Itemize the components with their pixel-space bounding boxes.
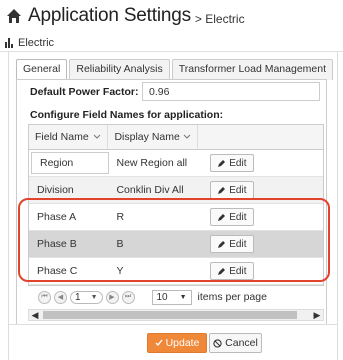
prev-page-button[interactable]: ◀ (54, 290, 67, 304)
table-row[interactable]: Region New Region all Edit (29, 150, 323, 177)
column-header-display-name[interactable]: Display Name (108, 125, 198, 149)
table-row[interactable]: Phase B B Edit (29, 231, 323, 258)
cell-display-name: Y (116, 265, 124, 277)
current-page: 1 (75, 291, 81, 303)
pager: ⏮ ◀ 1 ▼ ▶ ⏭ 10 ▼ items per page (28, 286, 324, 308)
last-page-button[interactable]: ⏭ (121, 290, 135, 304)
ban-icon (213, 338, 222, 348)
cell-field-name: Phase C (37, 265, 78, 277)
items-per-page-label: items per page (197, 291, 267, 303)
next-page-button[interactable]: ▶ (105, 290, 119, 304)
edit-label: Edit (229, 211, 247, 223)
cell-display-name: R (116, 211, 125, 223)
table-row[interactable]: Phase C Y Edit (29, 258, 323, 285)
pencil-icon (218, 159, 226, 167)
cell-actions: Edit (198, 258, 323, 284)
scroll-left-icon[interactable]: ◀ (29, 310, 41, 320)
horizontal-scrollbar[interactable]: ◀ ▶ (28, 309, 324, 321)
bar-chart-icon (5, 37, 13, 48)
edit-button[interactable]: Edit (209, 235, 254, 253)
tab-transformer-load-management[interactable]: Transformer Load Management (171, 59, 334, 80)
cancel-button[interactable]: Cancel (209, 333, 262, 353)
edit-button[interactable]: Edit (209, 262, 254, 280)
edit-label: Edit (229, 184, 247, 196)
scrollbar-thumb[interactable] (43, 311, 297, 319)
power-factor-label: Default Power Factor: (30, 85, 139, 98)
page-size-select[interactable]: 10 ▼ (151, 289, 192, 305)
column-header-label: Field Name (35, 131, 89, 143)
tab-general[interactable]: General (16, 59, 68, 81)
cell-field-name: Region (31, 152, 109, 174)
update-label: Update (165, 337, 200, 349)
cell-display-name: Conklin Div All (116, 184, 184, 196)
cell-display-name: B (116, 238, 124, 250)
page-select[interactable]: 1 ▼ (70, 290, 103, 304)
grid-header: Field Name Display Name (29, 125, 323, 150)
home-icon[interactable] (6, 8, 22, 24)
first-page-button[interactable]: ⏮ (38, 290, 51, 304)
table-row[interactable]: Phase A R Edit (29, 204, 323, 231)
tab-bar: General Reliability Analysis Transformer… (16, 59, 335, 81)
cell-field-name: Phase A (37, 211, 77, 223)
cell-actions: Edit (198, 231, 323, 257)
edit-label: Edit (229, 238, 247, 250)
cell-field-name: Division (37, 184, 74, 196)
chevron-down-icon[interactable] (183, 134, 191, 140)
chevron-down-icon: ▼ (179, 293, 187, 301)
pencil-icon (218, 213, 226, 221)
cancel-label: Cancel (225, 337, 258, 349)
breadcrumb: > Electric (194, 11, 245, 26)
cell-actions: Edit (198, 150, 323, 176)
pencil-icon (218, 267, 226, 275)
page-header: Application Settings > Electric (0, 0, 343, 32)
table-row[interactable]: Division Conklin Div All Edit (29, 177, 323, 204)
page-size-value: 10 (156, 291, 168, 303)
chevron-down-icon: ▼ (90, 293, 98, 301)
edit-label: Edit (229, 157, 247, 169)
column-header-field-name[interactable]: Field Name (29, 125, 109, 149)
cell-field-name: Phase B (37, 238, 77, 250)
cell-actions: Edit (198, 177, 323, 203)
page-title: Application Settings (28, 5, 191, 26)
column-header-label: Display Name (114, 131, 180, 143)
pencil-icon (218, 186, 226, 194)
configure-fields-label: Configure Field Names for application: (30, 109, 224, 121)
section-label: Electric (18, 36, 55, 49)
power-factor-input[interactable] (142, 82, 320, 101)
scroll-right-icon[interactable]: ▶ (311, 310, 323, 320)
field-names-grid: Field Name Display Name Region New Regio… (28, 124, 324, 286)
edit-label: Edit (229, 265, 247, 277)
edit-button[interactable]: Edit (209, 208, 254, 226)
power-factor-row: Default Power Factor: (30, 82, 320, 101)
section-header: Electric (0, 34, 343, 52)
edit-button[interactable]: Edit (209, 181, 254, 199)
cell-display-name: New Region all (116, 157, 188, 169)
column-header-actions (198, 125, 323, 149)
tab-reliability-analysis[interactable]: Reliability Analysis (69, 59, 170, 80)
footer-divider (8, 324, 338, 325)
check-icon (155, 339, 163, 347)
update-button[interactable]: Update (147, 333, 207, 353)
chevron-down-icon[interactable] (93, 134, 101, 140)
edit-button[interactable]: Edit (209, 154, 254, 172)
pencil-icon (218, 240, 226, 248)
cell-actions: Edit (198, 204, 323, 230)
page: Application Settings > Electric Electric… (0, 0, 343, 360)
